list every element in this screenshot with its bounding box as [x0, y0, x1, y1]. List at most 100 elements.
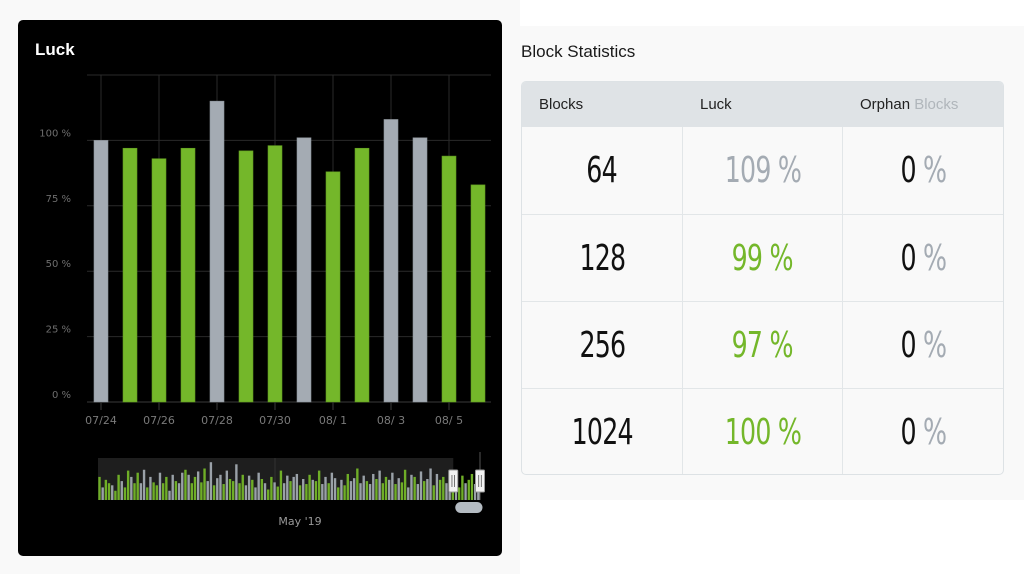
navigator-bar [228, 479, 232, 500]
x-tick-label: 08/ 1 [319, 414, 347, 427]
navigator-bar [247, 475, 251, 500]
navigator-bar [356, 468, 359, 500]
navigator-bar [282, 483, 286, 500]
x-tick-label: 08/ 5 [435, 414, 463, 427]
bar [412, 137, 428, 403]
navigator-bar [104, 479, 108, 500]
navigator-bar [391, 472, 394, 500]
table-header: Blocks Luck Orphan Blocks [522, 82, 1003, 127]
navigator-bar [375, 479, 378, 500]
bar [180, 147, 196, 403]
blocks-value: 64 [586, 150, 618, 191]
navigator-bar [403, 469, 407, 500]
bar [93, 140, 109, 403]
bar [383, 119, 399, 403]
table-row: 128 99 % 0 % [522, 214, 1003, 301]
navigator-bar [308, 474, 311, 500]
table-row: 1024 100 % 0 % [522, 388, 1003, 474]
luck-value: 100 % [724, 411, 801, 453]
navigator-bar [362, 475, 365, 500]
navigator-bar [352, 478, 356, 500]
navigator-label: May '19 [278, 515, 321, 528]
navigator-bar [470, 473, 474, 500]
navigator-bar [337, 487, 340, 500]
navigator-bar [378, 470, 381, 500]
navigator-bar [381, 483, 384, 500]
navigator-bar [359, 483, 362, 500]
navigator-bar [235, 464, 238, 500]
navigator[interactable]: May '19 [98, 452, 485, 528]
bar [441, 155, 457, 403]
navigator-bar [107, 483, 111, 500]
navigator-bar [410, 474, 413, 500]
luck-chart-card: Luck 0 % 25 % 50 % 75 % 100 % 07/24 07/26 07/2… [18, 20, 502, 556]
navigator-bar [133, 483, 136, 500]
orphan-value: 0 % [900, 237, 947, 279]
navigator-bar [330, 472, 334, 500]
navigator-bar [286, 475, 289, 500]
navigator-bar [152, 482, 155, 500]
navigator-bar [324, 476, 327, 500]
luck-value: 97 % [731, 324, 794, 366]
navigator-bar [267, 489, 270, 500]
orphan-value: 0 % [900, 411, 947, 453]
navigator-bar [407, 487, 410, 500]
navigator-bar [311, 479, 314, 500]
navigator-bar [387, 479, 391, 500]
navigator-bar [442, 476, 445, 500]
navigator-bar [142, 469, 146, 500]
navigator-scrollbar-thumb[interactable] [455, 502, 483, 513]
navigator-bar [219, 474, 222, 500]
navigator-bar [158, 472, 162, 500]
navigator-bar [276, 486, 279, 500]
y-axis-labels: 0 % 25 % 50 % 75 % 100 % [39, 128, 71, 401]
navigator-bar [244, 485, 248, 500]
navigator-bar [368, 484, 372, 500]
navigator-bar [305, 484, 308, 500]
navigator-bar [196, 471, 200, 500]
navigator-bar [111, 485, 114, 500]
navigator-bar [458, 487, 461, 500]
navigator-bar [254, 487, 257, 500]
x-tick-label: 07/26 [143, 414, 175, 427]
navigator-bar [340, 479, 343, 500]
navigator-handle-left[interactable] [448, 469, 459, 493]
navigator-bar [123, 487, 127, 500]
header-orphan-blocks: Orphan Blocks [843, 96, 1003, 113]
handle-body [448, 469, 459, 493]
header-orphan-main: Orphan [860, 96, 911, 113]
navigator-handle-right[interactable] [475, 469, 485, 493]
bottom-strip [520, 500, 1024, 574]
navigator-bar [136, 472, 139, 500]
block-statistics-title: Block Statistics [521, 42, 636, 61]
bar [354, 147, 370, 403]
navigator-bar [181, 472, 184, 500]
navigator-bar [349, 481, 353, 500]
blocks-value: 128 [579, 237, 626, 279]
navigator-bar [206, 481, 209, 500]
bar [470, 184, 486, 403]
navigator-bar [302, 479, 305, 500]
navigator-bar [394, 484, 397, 500]
navigator-bar [216, 478, 219, 500]
navigator-bar [292, 476, 295, 500]
navigator-bar [346, 473, 349, 500]
block-statistics-table: Blocks Luck Orphan Blocks 64 109 % 0 % 1… [521, 81, 1004, 475]
navigator-bar [263, 483, 267, 500]
navigator-bar [146, 487, 149, 500]
bar [296, 137, 312, 403]
navigator-bar [251, 479, 254, 500]
grid-lines [87, 74, 491, 403]
navigator-bar [416, 484, 420, 500]
navigator-bar [101, 487, 104, 500]
navigator-bar [222, 484, 225, 500]
navigator-bar [273, 482, 276, 500]
luck-value: 109 % [724, 150, 801, 191]
navigator-bar [343, 485, 346, 500]
navigator-bar [114, 490, 117, 500]
table-row: 256 97 % 0 % [522, 301, 1003, 388]
navigator-bar [130, 476, 133, 500]
blocks-value: 256 [579, 324, 626, 366]
navigator-bar [429, 468, 432, 500]
navigator-bar [432, 485, 435, 500]
